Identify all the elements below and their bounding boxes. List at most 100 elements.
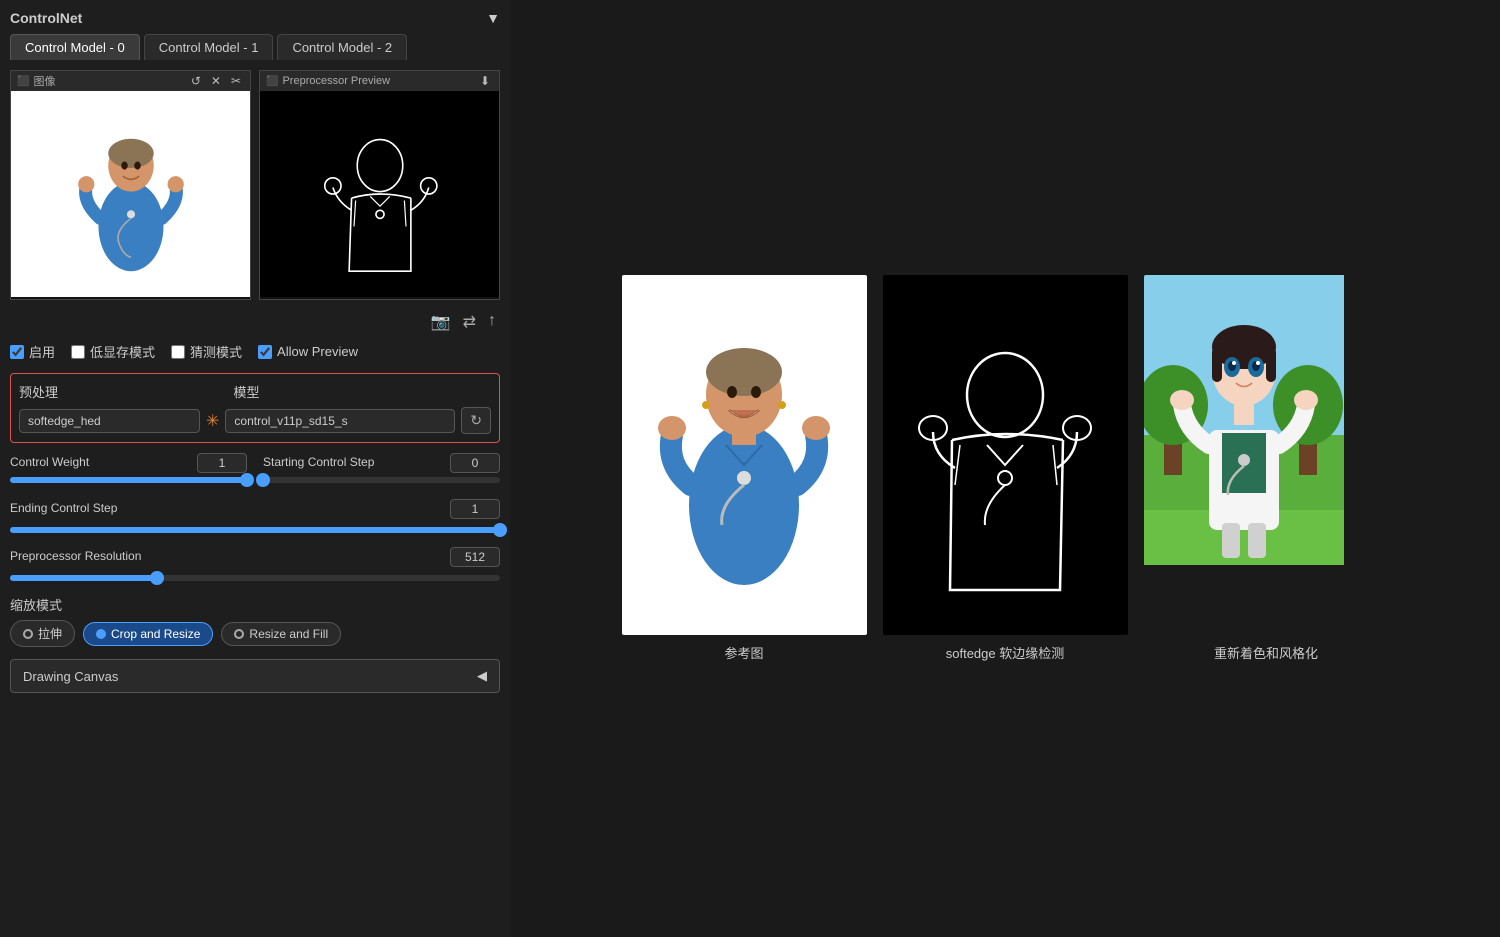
- panel-collapse-icon[interactable]: ▼: [486, 10, 500, 26]
- gallery-edge-svg: [905, 310, 1105, 600]
- preprocessor-label: 预处理: [19, 382, 234, 401]
- preview-icons: ⬇: [477, 73, 493, 89]
- crop-resize-radio[interactable]: Crop and Resize: [83, 622, 213, 646]
- nurse-photo: [11, 91, 250, 297]
- toolbar-row: 📷 ⇄ ↑: [10, 308, 500, 336]
- image-box-left-icons: ↺ ✕ ✂: [188, 73, 244, 89]
- refresh-model-button[interactable]: ↻: [461, 407, 491, 434]
- image-label-text: 图像: [33, 73, 55, 89]
- control-weight-thumb[interactable]: [240, 473, 254, 487]
- drawing-canvas-row[interactable]: Drawing Canvas ◀: [10, 659, 500, 693]
- tab-control-model-2[interactable]: Control Model - 2: [277, 34, 407, 60]
- download-preview-icon[interactable]: ⬇: [477, 73, 493, 89]
- resize-fill-radio[interactable]: Resize and Fill: [221, 622, 341, 646]
- ending-step-thumb[interactable]: [493, 523, 507, 537]
- gallery-anime-image: [1144, 275, 1389, 635]
- image-box-left-label: ⬛ 图像: [17, 73, 55, 89]
- gallery-caption-0: 参考图: [724, 643, 763, 662]
- gallery-nurse-photo: [622, 275, 867, 635]
- images-row: ⬛ 图像 ↺ ✕ ✂: [10, 70, 500, 300]
- starting-step-label-row: Starting Control Step 0: [263, 453, 500, 473]
- ending-step-value: 1: [450, 499, 500, 519]
- camera-icon[interactable]: 📷: [431, 312, 451, 332]
- crop-resize-label: Crop and Resize: [111, 627, 200, 641]
- resize-fill-dot: [234, 629, 244, 639]
- starting-step-thumb[interactable]: [256, 473, 270, 487]
- zoom-mode-radio-group: 拉伸 Crop and Resize Resize and Fill: [10, 620, 500, 647]
- upload-icon[interactable]: ↑: [488, 312, 496, 332]
- preproc-model-controls: softedge_hed ✳ control_v11p_sd15_s ↻: [19, 407, 491, 434]
- gallery-anime-svg: [1144, 275, 1344, 565]
- preproc-res-thumb[interactable]: [150, 571, 164, 585]
- preproc-model-labels: 预处理 模型: [19, 382, 491, 401]
- fire-button[interactable]: ✳: [206, 411, 219, 431]
- ending-step-fill: [10, 527, 500, 533]
- preproc-res-track: [10, 575, 500, 581]
- edge-svg: [315, 99, 445, 289]
- stretch-radio[interactable]: 拉伸: [10, 620, 75, 647]
- tab-control-model-1[interactable]: Control Model - 1: [144, 34, 274, 60]
- model-label: 模型: [234, 382, 491, 401]
- zoom-mode-label: 缩放模式: [10, 595, 500, 614]
- control-weight-col: Control Weight 1: [10, 453, 247, 483]
- image-box-left-header: ⬛ 图像 ↺ ✕ ✂: [11, 71, 250, 91]
- gallery-caption-2: 重新着色和风格化: [1214, 643, 1318, 662]
- gallery-item-edge: softedge 软边缘检测: [883, 275, 1128, 662]
- resize-fill-label: Resize and Fill: [249, 627, 328, 641]
- preprocessor-select[interactable]: softedge_hed: [19, 409, 200, 433]
- tabs-row: Control Model - 0 Control Model - 1 Cont…: [10, 34, 500, 60]
- image-box-right-header: ⬛ Preprocessor Preview ⬇: [260, 71, 499, 91]
- starting-step-label: Starting Control Step: [263, 455, 374, 469]
- preview-label-text: Preprocessor Preview: [282, 75, 390, 87]
- gallery-nurse-svg: [644, 310, 844, 600]
- left-panel: ControlNet ▼ Control Model - 0 Control M…: [0, 0, 510, 937]
- drawing-canvas-label: Drawing Canvas: [23, 669, 118, 684]
- preprocessor-model-box: 预处理 模型 softedge_hed ✳ control_v11p_sd15_…: [10, 373, 500, 443]
- gallery-item-anime: 重新着色和风格化: [1144, 275, 1389, 662]
- nurse-image-placeholder: [11, 91, 250, 297]
- edge-preview: [260, 91, 499, 297]
- control-weight-track: [10, 477, 247, 483]
- ending-step-label-row: Ending Control Step 1: [10, 499, 500, 519]
- stretch-label: 拉伸: [38, 625, 62, 642]
- control-weight-value: 1: [197, 453, 247, 473]
- image-box-right: ⬛ Preprocessor Preview ⬇: [259, 70, 500, 300]
- control-weight-label: Control Weight: [10, 455, 89, 469]
- control-weight-label-row: Control Weight 1: [10, 453, 247, 473]
- preproc-res-label: Preprocessor Resolution: [10, 549, 141, 563]
- crop-resize-dot: [96, 629, 106, 639]
- ending-step-label: Ending Control Step: [10, 501, 117, 515]
- starting-step-value: 0: [450, 453, 500, 473]
- image-box-left: ⬛ 图像 ↺ ✕ ✂: [10, 70, 251, 300]
- nurse-svg: [66, 99, 196, 289]
- preprocessor-preview-placeholder: [260, 91, 499, 297]
- tab-control-model-0[interactable]: Control Model - 0: [10, 34, 140, 60]
- panel-title: ControlNet: [10, 10, 82, 26]
- low-vram-checkbox[interactable]: 低显存模式: [71, 342, 155, 361]
- preproc-res-fill: [10, 575, 157, 581]
- model-select[interactable]: control_v11p_sd15_s: [225, 409, 455, 433]
- guess-mode-checkbox[interactable]: 猜测模式: [171, 342, 242, 361]
- allow-preview-checkbox[interactable]: Allow Preview: [258, 344, 358, 359]
- edit-image-icon[interactable]: ✂: [228, 73, 244, 89]
- gallery-edge-image: [883, 275, 1128, 635]
- starting-step-track: [263, 477, 500, 483]
- drawing-canvas-icon: ◀: [477, 668, 487, 684]
- refresh-image-icon[interactable]: ↺: [188, 73, 204, 89]
- right-panel: 参考图: [510, 0, 1500, 937]
- panel-header: ControlNet ▼: [10, 10, 500, 26]
- close-image-icon[interactable]: ✕: [208, 73, 224, 89]
- zoom-section: 缩放模式 拉伸 Crop and Resize Resize and Fill: [10, 595, 500, 647]
- swap-icon[interactable]: ⇄: [463, 312, 476, 332]
- checkboxes-row: 启用 低显存模式 猜测模式 Allow Preview: [10, 342, 500, 361]
- gallery-item-reference: 参考图: [622, 275, 867, 662]
- ending-step-track: [10, 527, 500, 533]
- enable-checkbox[interactable]: 启用: [10, 342, 55, 361]
- preproc-res-label-row: Preprocessor Resolution 512: [10, 547, 500, 567]
- control-weight-fill: [10, 477, 247, 483]
- preview-label: ⬛ Preprocessor Preview: [266, 75, 390, 87]
- gallery-grid: 参考图: [622, 275, 1389, 662]
- weight-start-row: Control Weight 1 Starting Control Step 0: [10, 453, 500, 483]
- starting-step-col: Starting Control Step 0: [263, 453, 500, 483]
- gallery-caption-1: softedge 软边缘检测: [946, 643, 1065, 662]
